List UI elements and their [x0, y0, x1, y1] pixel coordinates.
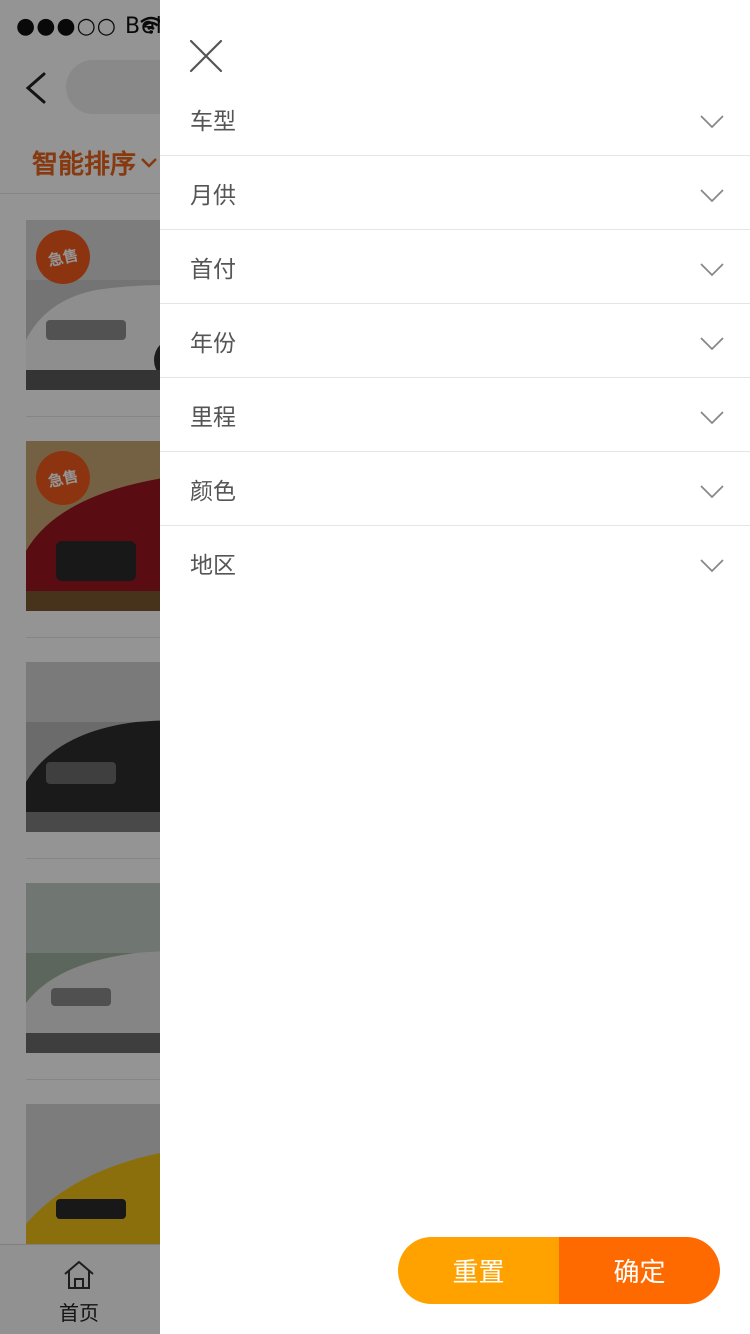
chevron-down-icon — [700, 188, 724, 207]
confirm-button[interactable]: 确定 — [559, 1237, 720, 1304]
filter-label: 里程 — [190, 405, 236, 431]
chevron-down-icon — [700, 558, 724, 577]
filter-label: 年份 — [190, 331, 236, 357]
filter-drawer: 车型 月供 首付 年份 里程 颜色 地区 重置 确定 — [160, 0, 750, 1334]
chevron-down-icon — [700, 262, 724, 281]
action-buttons: 重置 确定 — [398, 1237, 720, 1304]
chevron-down-icon — [700, 114, 724, 133]
chevron-down-icon — [700, 410, 724, 429]
filter-row-vehicle-type[interactable]: 车型 — [160, 82, 750, 156]
filter-label: 地区 — [190, 553, 236, 579]
filter-label: 颜色 — [190, 479, 236, 505]
filter-label: 月供 — [190, 183, 236, 209]
reset-button[interactable]: 重置 — [398, 1237, 559, 1304]
chevron-down-icon — [700, 484, 724, 503]
chevron-down-icon — [700, 336, 724, 355]
filter-label: 车型 — [190, 109, 236, 135]
filter-row-region[interactable]: 地区 — [160, 526, 750, 600]
filter-row-down-payment[interactable]: 首付 — [160, 230, 750, 304]
filter-label: 首付 — [190, 257, 236, 283]
filter-row-monthly-payment[interactable]: 月供 — [160, 156, 750, 230]
filter-row-mileage[interactable]: 里程 — [160, 378, 750, 452]
close-icon[interactable] — [188, 38, 224, 74]
filter-row-year[interactable]: 年份 — [160, 304, 750, 378]
filter-list: 车型 月供 首付 年份 里程 颜色 地区 — [160, 82, 750, 600]
filter-row-color[interactable]: 颜色 — [160, 452, 750, 526]
